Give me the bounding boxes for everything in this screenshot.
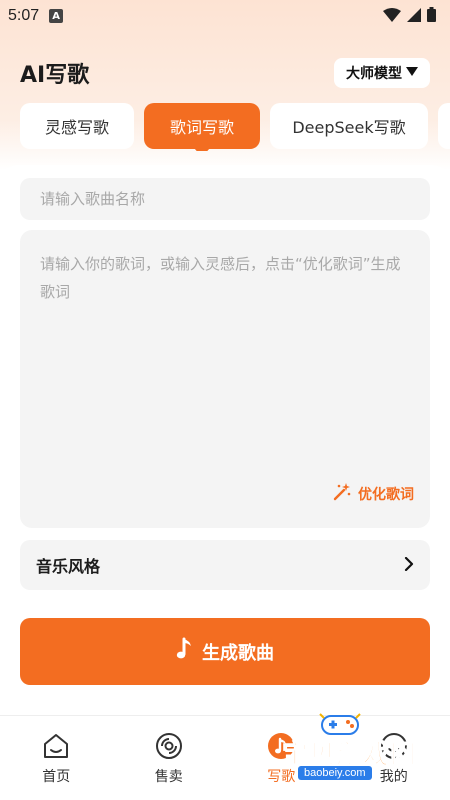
music-note-icon (267, 732, 295, 760)
lyrics-box: 优化歌词 (20, 230, 430, 528)
generate-song-label: 生成歌曲 (202, 642, 274, 664)
profile-icon (380, 732, 408, 760)
tab-deepseek[interactable]: DeepSeek写歌 (270, 103, 428, 149)
chevron-right-icon (404, 556, 414, 575)
header: AI写歌 大师模型 (20, 56, 430, 90)
caret-down-icon (406, 65, 418, 81)
nav-label: 我的 (379, 769, 408, 785)
tab-label: 歌词写歌 (169, 118, 234, 137)
generate-song-button[interactable]: 生成歌曲 (20, 618, 430, 685)
model-select-dropdown[interactable]: 大师模型 (334, 58, 430, 88)
song-name-input[interactable] (20, 178, 430, 220)
music-note-icon (176, 637, 194, 666)
home-icon (42, 732, 70, 760)
nav-label: 售卖 (154, 769, 183, 785)
music-style-row[interactable]: 音乐风格 (20, 540, 430, 590)
tab-inspiration[interactable]: 灵感写歌 (20, 103, 134, 149)
nav-write[interactable]: 写歌 (225, 716, 338, 800)
nav-label: 首页 (42, 769, 71, 785)
status-icons (383, 6, 436, 26)
model-select-label: 大师模型 (346, 66, 402, 82)
optimize-lyrics-label: 优化歌词 (358, 487, 414, 503)
nav-sell[interactable]: 售卖 (113, 716, 226, 800)
bottom-nav: 首页 售卖 写歌 我的 (0, 715, 450, 800)
battery-icon (427, 6, 436, 26)
tab-lyrics[interactable]: 歌词写歌 (144, 103, 260, 149)
nav-home[interactable]: 首页 (0, 716, 113, 800)
tab-label: 灵感写歌 (44, 118, 109, 137)
status-time: 5:07 (8, 7, 40, 24)
tab-overflow[interactable] (438, 103, 450, 149)
nav-label: 写歌 (267, 769, 296, 785)
wifi-icon (383, 7, 401, 26)
optimize-lyrics-button[interactable]: 优化歌词 (332, 482, 414, 506)
tab-label: DeepSeek写歌 (292, 118, 406, 137)
lyrics-input[interactable] (20, 230, 430, 470)
mode-tabs: 灵感写歌 歌词写歌 DeepSeek写歌 (20, 103, 450, 151)
signal-icon (407, 7, 421, 26)
music-style-label: 音乐风格 (36, 557, 101, 576)
status-bar: 5:07 A (0, 0, 450, 32)
nav-profile[interactable]: 我的 (338, 716, 450, 800)
notification-badge: A (49, 9, 64, 23)
page-title: AI写歌 (20, 63, 90, 88)
disc-icon (155, 732, 183, 760)
magic-wand-icon (332, 482, 352, 506)
